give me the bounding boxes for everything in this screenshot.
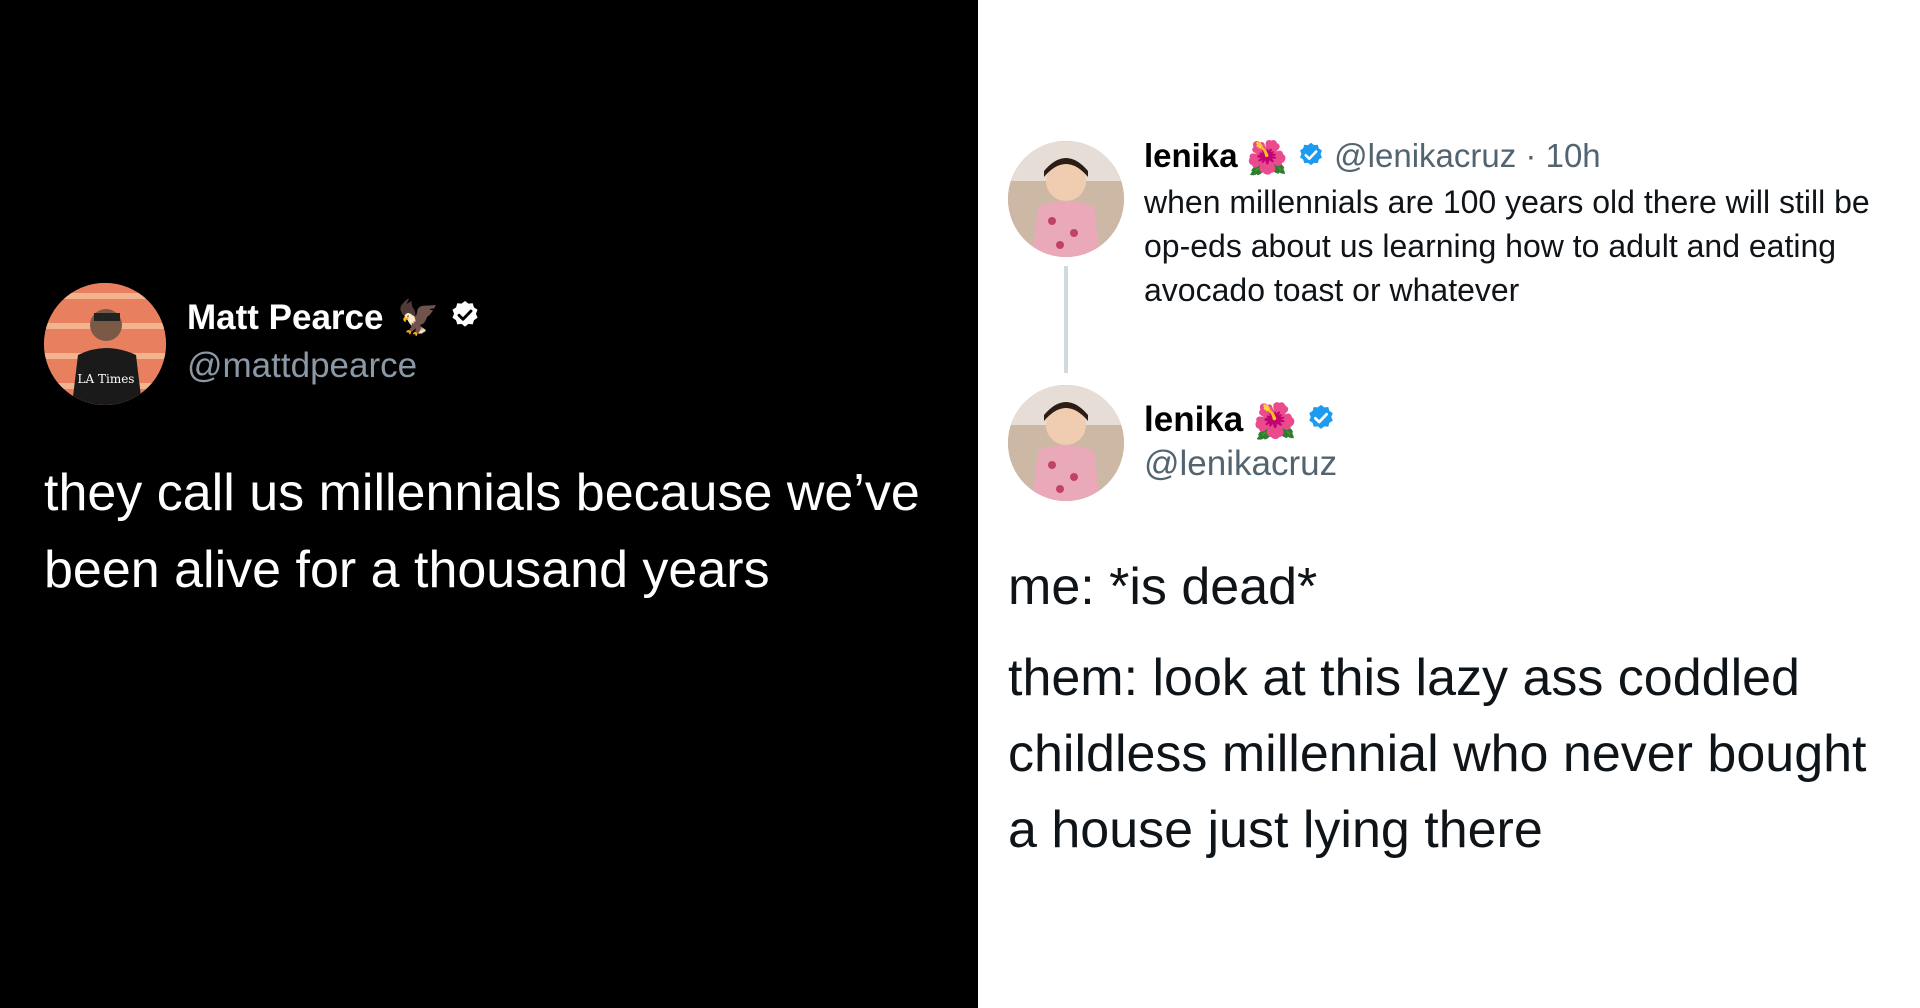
tweet-timestamp[interactable]: 10h <box>1546 137 1601 174</box>
author-row: lenika 🌺 <box>1144 400 1336 442</box>
avatar[interactable] <box>1008 141 1124 257</box>
svg-text:LA Times: LA Times <box>78 372 135 386</box>
tweet-text-line: them: look at this lazy ass coddled chil… <box>1008 649 1867 859</box>
thread-connector <box>1064 266 1068 373</box>
hibiscus-emoji: 🌺 <box>1246 138 1288 176</box>
left-tweet-panel: LA Times Matt Pearce 🦅 @mattdpearce they… <box>0 0 978 1008</box>
hibiscus-emoji: 🌺 <box>1252 402 1297 442</box>
tweet-text: when millennials are 100 years old there… <box>1144 184 1870 308</box>
author-row: Matt Pearce 🦅 <box>187 298 481 340</box>
verified-icon <box>449 299 481 340</box>
tweet-text: they call us millennials because we’ve b… <box>44 464 920 599</box>
author-name[interactable]: lenika <box>1144 400 1243 439</box>
avatar[interactable] <box>1008 385 1124 501</box>
separator-dot: · <box>1525 137 1537 174</box>
author-name[interactable]: lenika <box>1144 137 1238 174</box>
verified-icon <box>1306 402 1336 442</box>
author-handle[interactable]: @lenikacruz <box>1334 137 1516 174</box>
author-handle[interactable]: @mattdpearce <box>187 346 417 386</box>
verified-icon <box>1297 139 1325 177</box>
author-name[interactable]: Matt Pearce <box>187 298 383 337</box>
eagle-emoji: 🦅 <box>397 299 440 337</box>
tweet-header: lenika 🌺 @lenikacruz · 10h <box>1144 137 1601 178</box>
tweet-text-line: me: *is dead* <box>1008 558 1318 616</box>
author-handle[interactable]: @lenikacruz <box>1144 444 1337 484</box>
avatar[interactable]: LA Times <box>44 283 166 405</box>
